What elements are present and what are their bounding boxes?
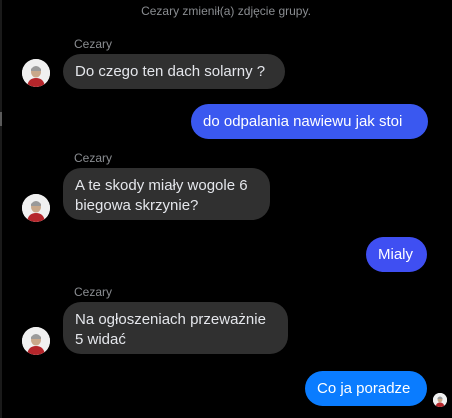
read-receipt-avatar-icon bbox=[433, 393, 447, 407]
user-avatar-icon[interactable] bbox=[22, 194, 50, 222]
message-bubble[interactable]: Co ja poradze bbox=[305, 371, 427, 406]
user-avatar-icon[interactable] bbox=[22, 59, 50, 87]
sender-name: Cezary bbox=[74, 37, 113, 51]
user-avatar-icon[interactable] bbox=[22, 327, 50, 355]
message-bubble[interactable]: A te skody miały wogole 6 biegowa skrzyn… bbox=[63, 168, 270, 220]
message-bubble[interactable]: Mialy bbox=[366, 237, 427, 272]
message-bubble[interactable]: do odpalania nawiewu jak stoi bbox=[191, 104, 428, 139]
window-edge bbox=[0, 0, 2, 418]
sender-name: Cezary bbox=[74, 151, 113, 165]
message-bubble[interactable]: Do czego ten dach solarny ? bbox=[63, 54, 285, 89]
scrollbar-thumb[interactable] bbox=[0, 112, 2, 126]
system-message: Cezary zmienił(a) zdjęcie grupy. bbox=[141, 4, 311, 18]
message-bubble[interactable]: Na ogłoszeniach przeważnie 5 widać bbox=[63, 302, 288, 354]
sender-name: Cezary bbox=[74, 285, 113, 299]
